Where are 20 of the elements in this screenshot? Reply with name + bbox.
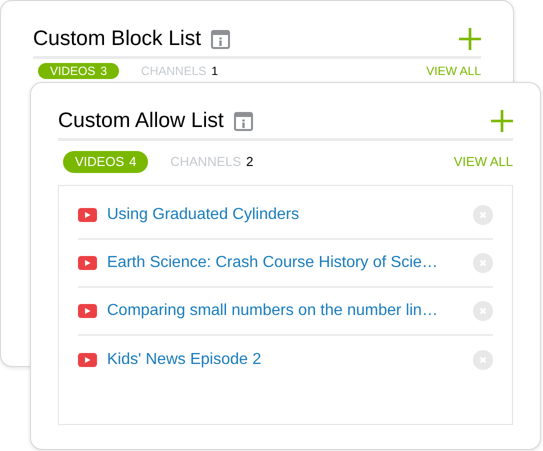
tab[interactable]: CHANNELS 1: [141, 63, 218, 79]
add-icon[interactable]: [491, 110, 513, 132]
card-title: Custom Allow List: [58, 108, 224, 134]
tab[interactable]: CHANNELS 2: [170, 151, 254, 173]
view-all-link[interactable]: VIEW ALL: [426, 63, 481, 79]
video-icon: [78, 208, 97, 222]
video-link[interactable]: Comparing small numbers on the number lin…: [107, 299, 463, 323]
card-title: Custom Block List: [33, 26, 202, 52]
video-link[interactable]: Earth Science: Crash Course History of Scie…: [107, 251, 463, 275]
add-icon[interactable]: [459, 28, 481, 50]
view-all-link[interactable]: VIEW ALL: [454, 152, 513, 172]
tab[interactable]: VIDEOS 4: [63, 151, 148, 173]
video-link[interactable]: Using Graduated Cylinders: [107, 203, 463, 227]
tab[interactable]: VIDEOS 3: [38, 63, 120, 79]
video-icon: [78, 256, 97, 270]
video-icon: [78, 304, 97, 318]
info-icon[interactable]: [234, 112, 253, 130]
video-link[interactable]: Kids' News Episode 2: [107, 348, 463, 372]
video-icon: [78, 353, 97, 367]
info-icon[interactable]: [211, 30, 230, 48]
